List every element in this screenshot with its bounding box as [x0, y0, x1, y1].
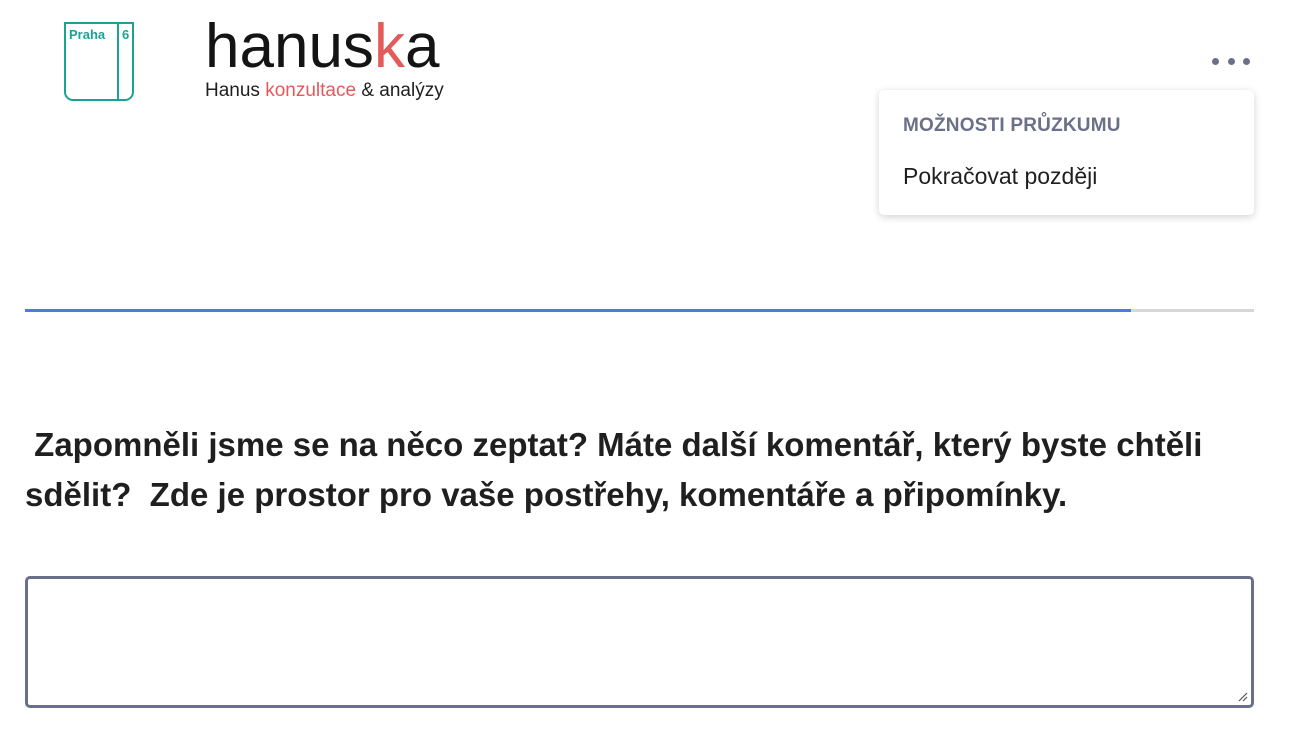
brand-sub-part1: Hanus — [205, 80, 266, 101]
brand-word-accent: k — [373, 12, 405, 81]
praha6-logo: Praha 6 — [64, 22, 134, 101]
logo-district-name: Praha — [69, 27, 106, 42]
question-text: Zapomněli jsme se na něco zeptat? Máte d… — [25, 426, 1212, 513]
brand-tagline: Hanus konzultace & analýzy — [205, 80, 444, 102]
progress-bar-fill — [25, 309, 1132, 312]
brand-wordmark: hanuska — [205, 14, 444, 80]
menu-item-continue-later[interactable]: Pokračovat později — [903, 163, 1097, 190]
survey-page: Praha 6 hanuska Hanus konzultace & analý… — [0, 0, 1300, 733]
survey-options-dropdown: MOŽNOSTI PRŮZKUMU Pokračovat později — [879, 90, 1254, 215]
logo-district-number: 6 — [122, 27, 130, 42]
progress-bar — [25, 309, 1254, 312]
dropdown-header: MOŽNOSTI PRŮZKUMU — [903, 115, 1121, 136]
logo-divider — [117, 24, 119, 99]
more-horizontal-icon-dot — [1243, 57, 1250, 65]
hanuska-logo: hanuska Hanus konzultace & analýzy — [205, 14, 444, 102]
more-horizontal-icon-dot — [1227, 57, 1235, 65]
brand-word-part2: a — [404, 12, 440, 81]
more-horizontal-icon — [1212, 57, 1219, 65]
brand-sub-part2: & analýzy — [356, 80, 444, 101]
comment-textarea[interactable] — [25, 576, 1254, 708]
brand-word-part1: hanus — [205, 12, 374, 81]
resize-handle-icon[interactable] — [1236, 690, 1248, 702]
brand-sub-accent: konzultace — [265, 80, 357, 101]
more-options-button[interactable] — [1212, 52, 1250, 70]
